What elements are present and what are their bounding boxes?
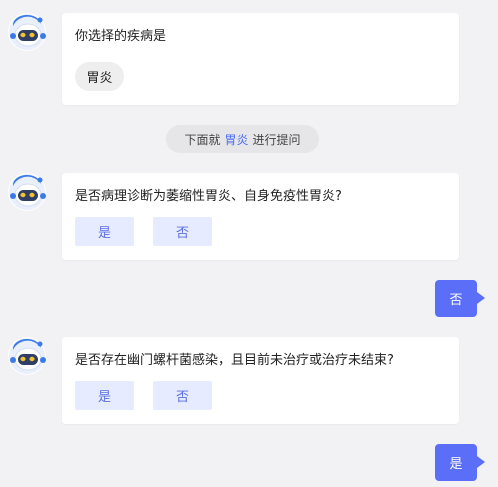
notice-prefix: 下面就 [184, 132, 221, 147]
user-reply-bubble: 否 [435, 280, 485, 317]
yes-button[interactable]: 是 [75, 381, 134, 410]
no-button[interactable]: 否 [153, 217, 212, 246]
bot-avatar-icon [7, 336, 47, 376]
message-card-question-1: 是否病理诊断为萎缩性胃炎、自身免疫性胃炎? 是 否 [62, 173, 459, 260]
user-reply-bubble: 是 [435, 444, 485, 481]
topic-notice: 下面就 胃炎 进行提问 [166, 125, 319, 153]
notice-suffix: 进行提问 [252, 132, 301, 147]
message-card-question-2: 是否存在幽门螺杆菌感染，且目前未治疗或治疗未结束? 是 否 [62, 337, 459, 424]
notice-highlight: 胃炎 [224, 132, 249, 147]
no-button[interactable]: 否 [153, 381, 212, 410]
message-card-disease: 你选择的疾病是 胃炎 [62, 13, 459, 105]
bot-avatar-icon [7, 172, 47, 212]
selected-disease-chip: 胃炎 [75, 62, 124, 91]
question-text: 是否病理诊断为萎缩性胃炎、自身免疫性胃炎? [75, 189, 342, 204]
question-text: 是否存在幽门螺杆菌感染，且目前未治疗或治疗未结束? [75, 353, 394, 368]
yes-button[interactable]: 是 [75, 217, 134, 246]
message-text: 你选择的疾病是 [75, 29, 167, 44]
bot-avatar-icon [7, 12, 47, 52]
